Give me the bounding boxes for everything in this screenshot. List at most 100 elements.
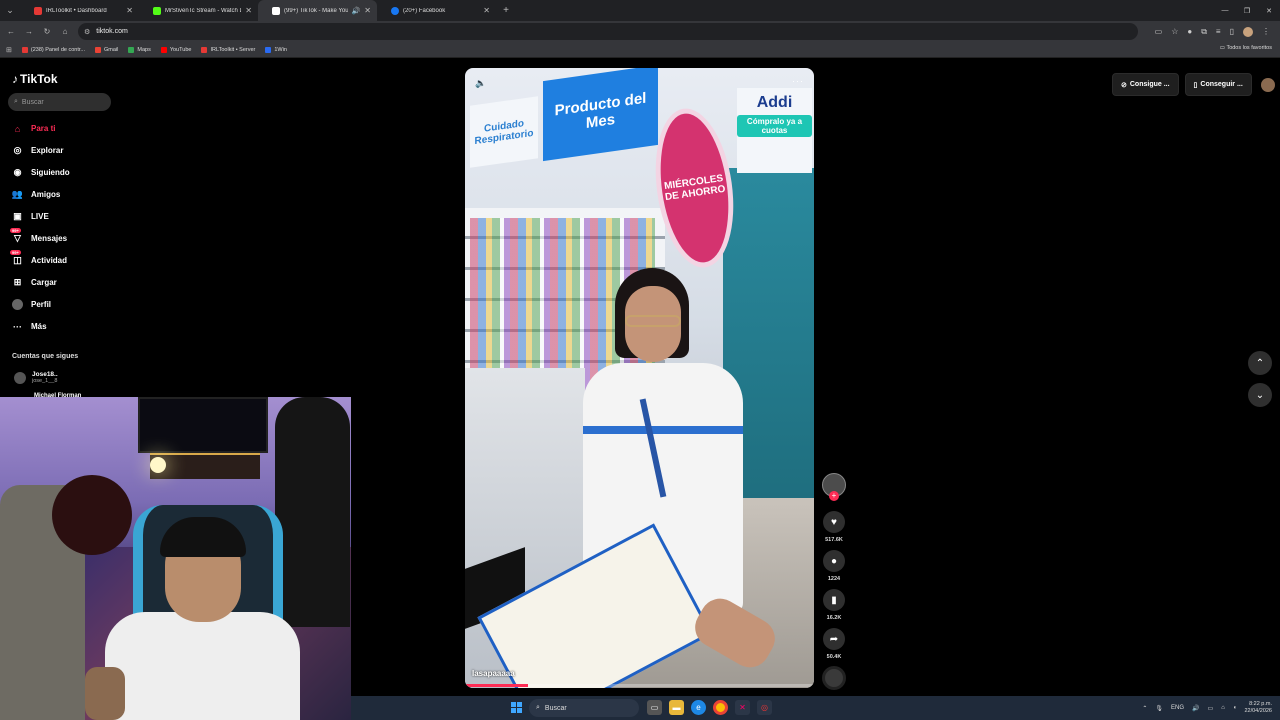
- following-icon: ◉: [13, 167, 22, 177]
- video-player[interactable]: Cuidado Respiratorio Producto del Mes Ad…: [465, 68, 814, 688]
- close-tab-icon[interactable]: ✕: [364, 6, 371, 15]
- bookmark-item[interactable]: (238) Panel de contr...: [21, 46, 85, 53]
- tab-favicon-icon: [34, 6, 42, 15]
- friends-icon: 👥: [11, 189, 24, 199]
- extensions-puzzle-icon[interactable]: ⧉: [1201, 27, 1207, 37]
- close-tab-icon[interactable]: ✕: [483, 6, 490, 15]
- share-button[interactable]: ➦: [823, 628, 845, 650]
- music-disc-icon[interactable]: [822, 666, 846, 690]
- file-explorer-icon[interactable]: ▬: [669, 700, 684, 715]
- app-icon[interactable]: ✕: [735, 700, 750, 715]
- get-app-button[interactable]: ▯ Conseguir ...: [1184, 73, 1252, 96]
- nav-explorar[interactable]: ◎ Explorar: [12, 145, 64, 156]
- nav-mensajes[interactable]: ▽ 99+ Mensajes: [10, 228, 67, 244]
- split-icon[interactable]: ▯: [1230, 27, 1234, 36]
- bookmark-item[interactable]: Gmail: [95, 46, 118, 53]
- site-info-icon[interactable]: ⚙: [84, 28, 90, 36]
- chevron-up-icon[interactable]: ⌃: [1142, 705, 1147, 712]
- restore-icon[interactable]: ❐: [1236, 7, 1258, 15]
- nav-live[interactable]: ▣ LIVE: [12, 211, 49, 222]
- profile-avatar[interactable]: [1243, 26, 1253, 37]
- bookmark-item[interactable]: 1Win: [265, 46, 287, 53]
- more-icon: ···: [13, 321, 22, 332]
- nav-amigos[interactable]: 👥 Amigos: [12, 189, 60, 200]
- edge-icon[interactable]: e: [691, 700, 706, 715]
- windows-start-icon[interactable]: [511, 702, 522, 713]
- like-button[interactable]: ♥: [823, 511, 845, 533]
- chrome-icon[interactable]: [713, 700, 728, 715]
- close-tab-icon[interactable]: ✕: [245, 6, 252, 15]
- followed-account[interactable]: Jose18.. jose_1__8: [14, 371, 58, 384]
- minimize-icon[interactable]: —: [1214, 7, 1236, 14]
- bookmark-favicon-icon: [201, 46, 208, 53]
- tab-search-icon[interactable]: ⌄: [0, 0, 20, 21]
- display-icon[interactable]: ▭: [1208, 705, 1214, 712]
- bookmark-star-icon[interactable]: ☆: [1171, 27, 1178, 36]
- save-button[interactable]: ▮: [823, 589, 845, 611]
- tab-title: IRLToolkit • Dashboard: [46, 7, 107, 14]
- reload-icon[interactable]: ↻: [42, 27, 52, 36]
- tiktok-favicon-icon: [272, 6, 280, 15]
- bookmark-item[interactable]: IRLToolkit • Server: [201, 46, 255, 53]
- tiktok-logo[interactable]: ♪ TikTok: [12, 72, 58, 86]
- menu-kebab-icon[interactable]: ⋮: [1262, 27, 1270, 36]
- taskbar-search[interactable]: ⌕ Buscar: [529, 699, 639, 717]
- new-tab-button[interactable]: +: [496, 5, 516, 16]
- webcam-overlay: [0, 397, 351, 720]
- coin-icon: ⊘: [1121, 81, 1127, 89]
- browser-tab-bar: ⌄ IRLToolkit • Dashboard ✕ MrStivenTc St…: [0, 0, 1280, 21]
- video-glasses: [625, 315, 681, 327]
- media-icon[interactable]: ≡: [1216, 27, 1221, 36]
- speaker-icon[interactable]: 🔊: [1192, 705, 1199, 712]
- taskbar-clock[interactable]: 8:22 p.m. 22/04/2026: [1244, 701, 1272, 714]
- all-bookmarks-button[interactable]: ▭ Todos los favoritos: [1220, 45, 1272, 51]
- previous-video-button[interactable]: ⌃: [1248, 351, 1272, 375]
- search-placeholder: Buscar: [21, 98, 44, 106]
- home-icon[interactable]: ⌂: [60, 27, 70, 36]
- network-icon[interactable]: ⌂: [1221, 705, 1225, 711]
- more-options-icon[interactable]: ···: [792, 76, 804, 86]
- heart-icon: ♥: [831, 516, 837, 528]
- follow-plus-icon[interactable]: +: [829, 491, 839, 501]
- forward-icon[interactable]: →: [24, 27, 34, 36]
- cam-tv: [138, 397, 268, 453]
- video-progress-bar[interactable]: [465, 684, 814, 687]
- browser-tab[interactable]: MrStivenTc Stream - Watch Live ✕: [139, 0, 258, 21]
- nav-para-ti[interactable]: ⌂ Para ti: [12, 123, 56, 134]
- volume-icon[interactable]: 🔈: [475, 78, 486, 89]
- close-window-icon[interactable]: ✕: [1258, 7, 1280, 15]
- mic-icon[interactable]: 🎙: [1155, 705, 1163, 712]
- maps-icon: [128, 46, 135, 53]
- back-icon[interactable]: ←: [6, 27, 16, 36]
- gmail-icon: [95, 46, 101, 53]
- cast-icon[interactable]: ▭: [1155, 27, 1163, 36]
- bookmark-item[interactable]: YouTube: [160, 46, 191, 53]
- bookmark-item[interactable]: Maps: [128, 46, 151, 53]
- app-icon[interactable]: ◎: [757, 700, 772, 715]
- nav-perfil[interactable]: Perfil: [12, 299, 51, 310]
- nav-siguiendo[interactable]: ◉ Siguiendo: [12, 167, 70, 178]
- language-indicator[interactable]: ENG: [1171, 705, 1184, 711]
- nav-mas[interactable]: ··· Más: [12, 321, 47, 332]
- browser-tab[interactable]: IRLToolkit • Dashboard ✕: [20, 0, 139, 21]
- cam-teddy-bear: [52, 475, 132, 555]
- next-video-button[interactable]: ⌄: [1248, 383, 1272, 407]
- avatar[interactable]: [1260, 77, 1275, 92]
- url-bar[interactable]: ⚙ tiktok.com: [78, 23, 1138, 40]
- browser-tab[interactable]: (20+) Facebook ✕: [377, 0, 496, 21]
- task-view-icon[interactable]: ▭: [647, 700, 662, 715]
- nav-cargar[interactable]: ⊞ Cargar: [12, 277, 57, 288]
- nav-actividad[interactable]: ◫ 99+ Actividad: [10, 250, 67, 266]
- extension-icon[interactable]: ●: [1187, 27, 1192, 36]
- comment-button[interactable]: ●: [823, 550, 845, 572]
- close-tab-icon[interactable]: ✕: [126, 6, 133, 15]
- apps-grid-icon[interactable]: ⊞: [6, 46, 12, 54]
- speaker-icon[interactable]: 🔊: [352, 7, 361, 15]
- tiktok-note-icon: ♪: [12, 72, 18, 86]
- address-toolbar: ← → ↻ ⌂ ⚙ tiktok.com ▭ ☆ ● ⧉ ≡ ▯ ⋮: [0, 21, 1280, 42]
- video-author[interactable]: lasapaaaaa: [472, 669, 515, 678]
- search-input[interactable]: ⌕ Buscar: [8, 93, 111, 111]
- volume-icon[interactable]: ◖: [1233, 705, 1237, 711]
- get-coins-button[interactable]: ⊘ Consigue ...: [1112, 73, 1179, 96]
- browser-tab-active[interactable]: (99+) TikTok - Make Your Day 🔊 ✕: [258, 0, 377, 21]
